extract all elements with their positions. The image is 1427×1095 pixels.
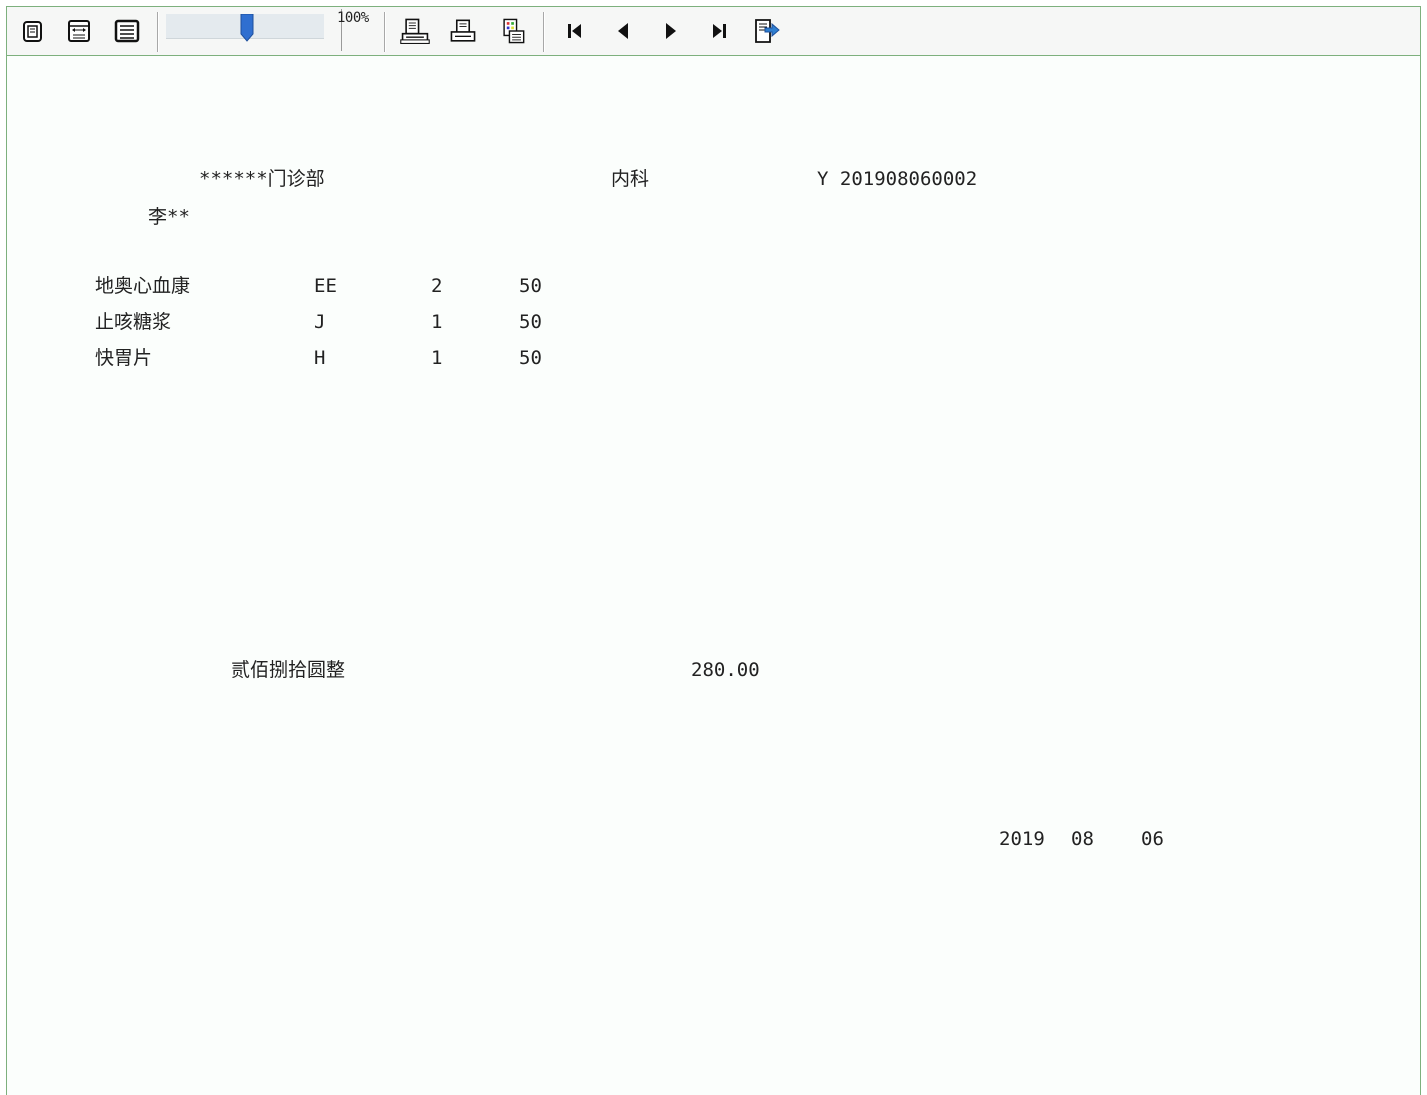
- item-name: 快胃片: [95, 347, 153, 369]
- previous-page-icon[interactable]: [607, 14, 639, 48]
- page-setup-icon[interactable]: [497, 14, 533, 48]
- item-qty: 2: [431, 275, 443, 297]
- zoom-slider-thumb[interactable]: [240, 13, 254, 42]
- toolbar: 100%: [7, 7, 1420, 56]
- whole-page-icon[interactable]: [111, 14, 143, 48]
- item-code: J: [314, 311, 326, 333]
- item-amount: 50: [519, 347, 542, 369]
- clinic-name: ******门诊部: [199, 168, 325, 190]
- next-page-icon[interactable]: [655, 14, 687, 48]
- item-code: EE: [314, 275, 337, 297]
- date-year: 2019: [999, 828, 1045, 850]
- item-name: 止咳糖浆: [95, 311, 172, 333]
- item-code: H: [314, 347, 326, 369]
- export-icon[interactable]: [751, 14, 783, 48]
- item-name: 地奥心血康: [95, 275, 191, 297]
- total-amount: 280.00: [691, 659, 760, 681]
- zoom-slider[interactable]: [166, 13, 324, 42]
- report-page: ******门诊部 内科 Y 201908060002 李** 地奥心血康 EE…: [7, 56, 1420, 1095]
- zoom-level-label: 100%: [337, 10, 369, 26]
- item-amount: 50: [519, 311, 542, 333]
- print-icon[interactable]: [447, 14, 483, 48]
- item-qty: 1: [431, 347, 443, 369]
- department: 内科: [611, 168, 650, 190]
- patient-name: 李**: [148, 206, 190, 228]
- fit-width-icon[interactable]: [63, 14, 95, 48]
- print-preview-icon[interactable]: [399, 14, 435, 48]
- total-in-words: 贰佰捌拾圆整: [231, 659, 346, 681]
- item-qty: 1: [431, 311, 443, 333]
- date-month: 08: [1071, 828, 1094, 850]
- receipt-number: Y 201908060002: [817, 168, 978, 190]
- report-viewer-window: 100% ******门诊部 内科 Y 201908060002 李** 地奥心…: [6, 6, 1421, 1095]
- first-page-icon[interactable]: [559, 14, 591, 48]
- single-page-icon[interactable]: [17, 14, 49, 48]
- item-amount: 50: [519, 275, 542, 297]
- last-page-icon[interactable]: [703, 14, 735, 48]
- date-day: 06: [1141, 828, 1164, 850]
